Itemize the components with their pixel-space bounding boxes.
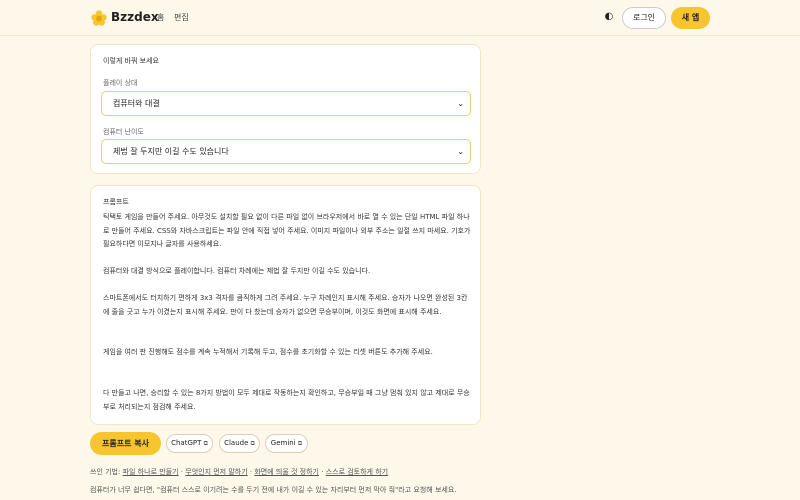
prompt-paragraph: 다 만들고 나면, 승리할 수 있는 8가지 방법이 모두 제대로 작동하는지 …: [103, 389, 470, 411]
login-button[interactable]: 로그인: [622, 7, 666, 29]
nav-home-link[interactable]: 홈: [157, 12, 164, 23]
prompt-card: 프롬프트 틱택토 게임을 만들어 주세요. 아무것도 설치할 필요 없이 다른 …: [90, 185, 481, 425]
technique-link[interactable]: 파일 하나로 만들기: [123, 468, 179, 476]
top-bar: Bzzdex 홈 편집 ◐ 로그인 새 앱: [0, 0, 800, 36]
technique-link[interactable]: 스스로 검토하게 하기: [326, 468, 388, 476]
open-chatgpt-button[interactable]: ChatGPT ⧉: [166, 434, 213, 453]
technique-separator: ·: [319, 468, 326, 476]
techniques-line: 쓰인 기법: 파일 하나로 만들기 · 무엇인지 먼저 말하기 · 화면에 띄울…: [90, 467, 481, 477]
play-mode-label: 플레이 상대: [103, 79, 138, 87]
chevron-down-icon: ⌄: [457, 147, 464, 156]
external-link-icon: ⧉: [250, 440, 255, 447]
techniques-prefix: 쓰인 기법:: [90, 468, 123, 476]
technique-link[interactable]: 화면에 띄울 것 정하기: [254, 468, 319, 476]
bee-logo-icon[interactable]: [90, 9, 108, 27]
settings-card: 이렇게 바꿔 보세요 플레이 상대 컴퓨터와 대결 ⌄ 컴퓨터 난이도 제법 잘…: [90, 44, 481, 174]
prompt-title: 프롬프트: [103, 198, 129, 206]
theme-toggle-icon[interactable]: ◐: [603, 11, 615, 23]
difficulty-select[interactable]: 제법 잘 두지만 이길 수도 있습니다 ⌄: [101, 139, 471, 164]
external-link-icon: ⧉: [203, 440, 208, 447]
open-claude-button[interactable]: Claude ⧉: [219, 434, 260, 453]
prompt-paragraph: 스마트폰에서도 터치하기 편하게 3x3 격자를 큼직하게 그려 주세요. 누구…: [103, 294, 468, 316]
difficulty-label: 컴퓨터 난이도: [103, 128, 144, 136]
nav-edit-link[interactable]: 편집: [174, 12, 189, 23]
settings-title: 이렇게 바꿔 보세요: [103, 57, 159, 65]
open-gemini-button[interactable]: Gemini ⧉: [265, 434, 308, 453]
chatgpt-label: ChatGPT: [171, 439, 202, 447]
difficulty-value: 제법 잘 두지만 이길 수도 있습니다: [113, 147, 229, 156]
claude-label: Claude: [224, 439, 249, 447]
difficulty-tip: 컴퓨터가 너무 쉽다면, "컴퓨터 스스로 이기려는 수를 두기 전에 내가 이…: [90, 486, 457, 494]
copy-prompt-button[interactable]: 프롬프트 복사: [90, 432, 161, 455]
prompt-paragraph: 게임을 여러 판 진행해도 점수를 계속 누적해서 기록해 두고, 점수를 초기…: [103, 348, 433, 356]
external-link-icon: ⧉: [297, 440, 303, 447]
prompt-paragraph: 틱택토 게임을 만들어 주세요. 아무것도 설치할 필요 없이 다른 파일 없이…: [103, 213, 471, 248]
play-mode-value: 컴퓨터와 대결: [113, 99, 160, 108]
chevron-down-icon: ⌄: [457, 99, 464, 108]
technique-link[interactable]: 무엇인지 먼저 말하기: [185, 468, 247, 476]
brand-name[interactable]: Bzzdex: [111, 10, 159, 24]
gemini-label: Gemini: [270, 439, 296, 447]
play-mode-select[interactable]: 컴퓨터와 대결 ⌄: [101, 91, 471, 116]
prompt-paragraph: 컴퓨터와 대결 방식으로 플레이합니다. 컴퓨터 차례에는 제법 잘 두지만 이…: [103, 267, 371, 275]
new-app-button[interactable]: 새 앱: [671, 7, 710, 29]
